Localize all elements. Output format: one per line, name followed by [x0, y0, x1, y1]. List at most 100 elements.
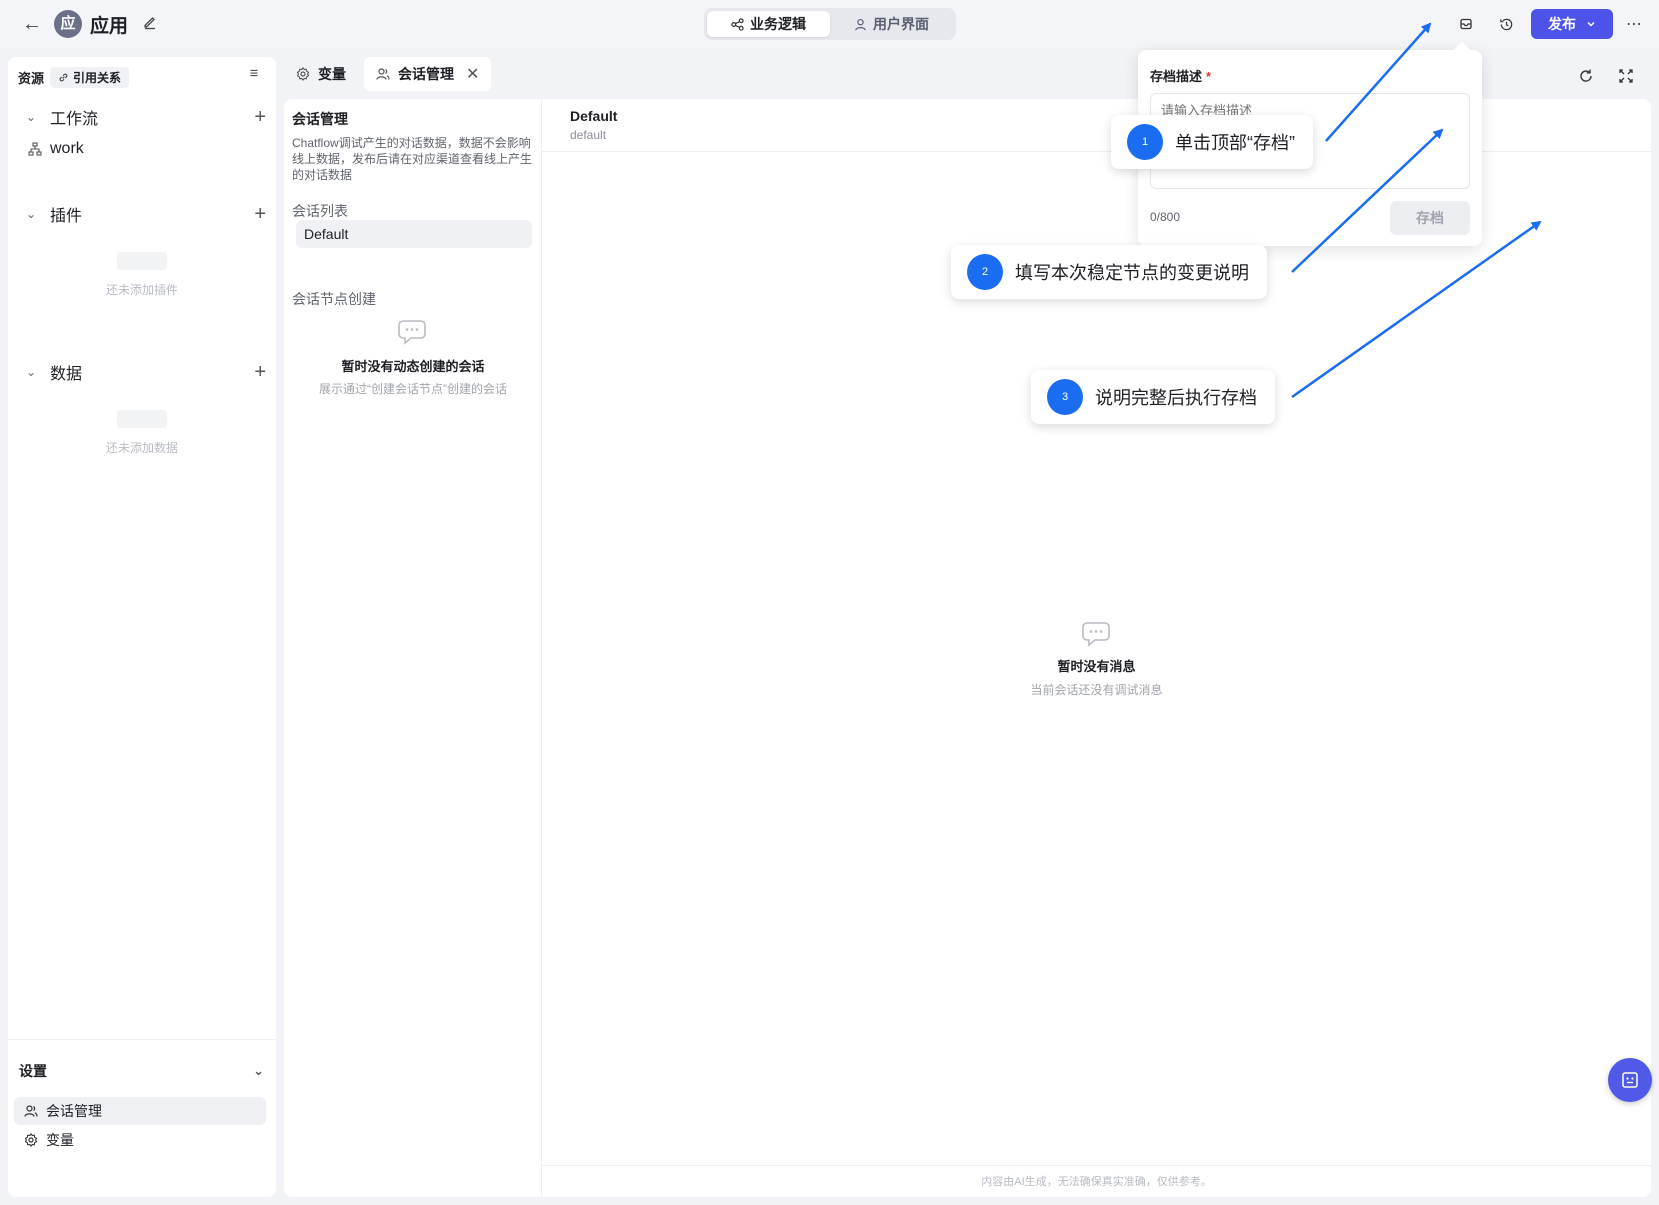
reference-label: 引用关系	[73, 70, 122, 85]
chevron-down-icon[interactable]: ⌄	[253, 1063, 264, 1079]
settings-label: 设置	[19, 1063, 47, 1079]
resources-label: 资源	[18, 70, 45, 86]
add-data-button[interactable]: +	[254, 362, 266, 382]
annotation-callout-2: 2 填写本次稳定节点的变更说明	[951, 245, 1267, 299]
history-clock-icon[interactable]	[1494, 12, 1518, 36]
plugin-placeholder-icon	[117, 252, 167, 270]
conversation-panel: 会话管理 Chatflow调试产生的对话数据，数据不会影响线上数据，发布后请在对…	[284, 99, 542, 1197]
share-icon	[731, 17, 744, 31]
plugin-empty-state: 还未添加插件	[8, 252, 276, 298]
annotation-number: 2	[967, 254, 1003, 290]
sidebar-header: 资源 引用关系	[18, 65, 130, 89]
settings-item-conversation[interactable]: 会话管理	[14, 1097, 266, 1125]
settings-item-label: 会话管理	[46, 1103, 102, 1119]
archive-box-icon[interactable]	[1454, 12, 1478, 36]
tab-business-logic-label: 业务逻辑	[750, 16, 806, 32]
close-icon[interactable]: ✕	[466, 64, 479, 84]
node-conversation-empty: 暂时没有动态创建的会话 展示通过“创建会话节点”创建的会话	[284, 317, 542, 397]
top-bar: ← 应 应用 业务逻辑 用户界面 发布 ⋯	[0, 0, 1659, 48]
collapse-menu-icon[interactable]: ≡	[244, 65, 264, 85]
app-title: 应用	[90, 16, 129, 37]
required-mark: *	[1206, 69, 1212, 84]
chevron-down-icon[interactable]: ⌄	[26, 365, 46, 379]
bot-icon	[1622, 1072, 1638, 1088]
publish-label: 发布	[1548, 16, 1576, 32]
annotation-text: 单击顶部“存档”	[1175, 133, 1295, 153]
link-icon	[59, 73, 68, 81]
annotation-text: 说明完整后执行存档	[1095, 388, 1257, 408]
fullscreen-icon[interactable]	[1615, 65, 1637, 87]
data-empty-state: 还未添加数据	[8, 410, 276, 456]
mode-switch: 业务逻辑 用户界面	[704, 8, 956, 40]
plugin-section[interactable]: ⌄ 插件 +	[26, 201, 266, 227]
ai-disclaimer: 内容由AI生成，无法确保真实准确，仅供参考。	[542, 1165, 1651, 1197]
chat-empty-desc: 当前会话还没有调试消息	[1030, 683, 1163, 697]
back-arrow-icon[interactable]: ←	[20, 12, 44, 36]
chevron-down-icon[interactable]: ⌄	[26, 110, 46, 124]
workflow-section[interactable]: ⌄ 工作流 +	[26, 104, 266, 130]
tab-bar: 变量 会话管理 ✕	[284, 57, 492, 93]
chat-name: Default	[570, 108, 618, 124]
settings-item-variables[interactable]: 变量	[14, 1126, 266, 1154]
settings-header[interactable]: 设置 ⌄	[19, 1061, 264, 1081]
reference-button[interactable]: 引用关系	[50, 66, 130, 88]
tab-variables-label: 变量	[318, 66, 346, 82]
workflow-label: 工作流	[50, 111, 99, 128]
archive-desc-label-text: 存档描述	[1150, 69, 1203, 84]
conversation-panel-description: Chatflow调试产生的对话数据，数据不会影响线上数据，发布后请在对应渠道查看…	[292, 136, 533, 182]
tab-variables[interactable]: 变量	[284, 57, 358, 91]
more-icon[interactable]: ⋯	[1622, 12, 1646, 36]
refresh-icon[interactable]	[1575, 65, 1597, 87]
workflow-icon	[28, 142, 42, 156]
chat-empty-title: 暂时没有消息	[1057, 659, 1136, 674]
plugin-label: 插件	[50, 208, 83, 225]
add-workflow-button[interactable]: +	[254, 107, 266, 127]
tab-business-logic[interactable]: 业务逻辑	[707, 11, 830, 37]
publish-button[interactable]: 发布	[1531, 9, 1613, 39]
tab-conversation-label: 会话管理	[398, 66, 454, 82]
chat-bubble-icon	[398, 320, 426, 345]
node-empty-desc: 展示通过“创建会话节点”创建的会话	[319, 382, 507, 396]
chat-empty-state: 暂时没有消息 当前会话还没有调试消息	[542, 619, 1651, 698]
char-counter: 0/800	[1150, 210, 1181, 224]
sidebar: 资源 引用关系 ≡ ⌄ 工作流 + work ⌄ 插件 + 还未添加插件 ⌄ 数…	[8, 57, 276, 1197]
chevron-down-icon[interactable]: ⌄	[26, 207, 46, 221]
chat-bubble-icon	[1081, 622, 1110, 647]
data-label: 数据	[50, 366, 83, 383]
data-placeholder-icon	[117, 410, 167, 428]
archive-desc-label: 存档描述 *	[1150, 66, 1211, 85]
tab-conversation[interactable]: 会话管理 ✕	[364, 57, 492, 91]
tab-user-interface[interactable]: 用户界面	[830, 11, 953, 37]
tab-user-interface-label: 用户界面	[873, 16, 929, 32]
annotation-number: 1	[1127, 124, 1163, 160]
data-section[interactable]: ⌄ 数据 +	[26, 359, 266, 385]
bot-assistant-button[interactable]	[1608, 1058, 1652, 1102]
conversation-list-item[interactable]: Default	[296, 220, 532, 248]
app-avatar: 应	[54, 10, 82, 38]
data-empty-text: 还未添加数据	[105, 441, 178, 455]
conversation-list-label: 会话列表	[292, 203, 348, 219]
users-icon	[376, 68, 390, 80]
chat-header: Default default	[542, 99, 1651, 152]
gear-icon	[24, 1133, 38, 1147]
gear-icon	[296, 67, 310, 81]
conversation-panel-title: 会话管理	[292, 111, 348, 127]
workflow-item-label: work	[50, 140, 84, 157]
plugin-empty-text: 还未添加插件	[105, 283, 178, 297]
annotation-number: 3	[1047, 379, 1083, 415]
settings-item-label: 变量	[46, 1132, 74, 1148]
workflow-item-work[interactable]: work	[28, 136, 258, 162]
sidebar-divider	[8, 1039, 276, 1040]
annotation-callout-3: 3 说明完整后执行存档	[1031, 370, 1275, 424]
main-tools	[1575, 65, 1637, 87]
save-archive-button[interactable]: 存档	[1390, 201, 1470, 235]
chevron-down-icon	[1587, 22, 1595, 27]
user-icon	[855, 18, 866, 30]
annotation-text: 填写本次稳定节点的变更说明	[1015, 263, 1249, 283]
users-icon	[24, 1105, 38, 1117]
node-empty-title: 暂时没有动态创建的会话	[341, 359, 485, 374]
add-plugin-button[interactable]: +	[254, 204, 266, 224]
node-created-label: 会话节点创建	[292, 291, 376, 307]
edit-pencil-icon[interactable]	[142, 14, 160, 32]
annotation-callout-1: 1 单击顶部“存档”	[1111, 115, 1313, 169]
